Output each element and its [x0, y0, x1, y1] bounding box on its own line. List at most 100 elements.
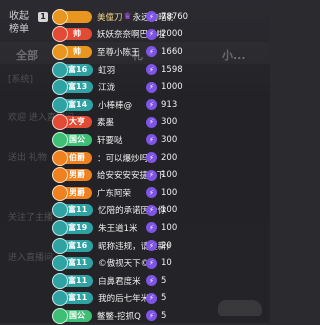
badge-label: 富14 — [68, 99, 88, 109]
lightning-icon: ⚡ — [146, 169, 157, 181]
badge-emblem-icon — [52, 43, 68, 60]
badge-label: 帅 — [73, 46, 81, 56]
badge-emblem-icon — [52, 96, 68, 113]
badge-emblem-icon — [52, 8, 68, 25]
leaderboard-row[interactable]: 富13 江泷 ⚡ 1000 — [38, 78, 234, 96]
leaderboard-row[interactable]: 富11 忆陪的承诺因为你 ⚡ 100 — [38, 202, 234, 220]
score-value: 1660 — [161, 46, 183, 57]
leaderboard-row[interactable]: 富11 我的后七年米 ⚡ 5 — [38, 290, 234, 308]
badge-label: 富11 — [68, 275, 88, 285]
lightning-icon: ⚡ — [146, 292, 157, 304]
score-value: 78760 — [161, 11, 189, 22]
rank-number — [38, 276, 48, 286]
badge-emblem-icon — [52, 79, 68, 96]
score: ⚡ 1598 — [146, 61, 183, 79]
lightning-icon: ⚡ — [146, 204, 157, 216]
rank-number — [38, 258, 48, 268]
user-name[interactable]: 素墨 — [97, 116, 114, 128]
score: ⚡ 200 — [146, 149, 177, 167]
rank-number — [38, 117, 48, 127]
score-value: 100 — [161, 170, 178, 181]
user-name[interactable]: 小棒棒@ — [98, 99, 132, 111]
lightning-icon: ⚡ — [146, 310, 157, 322]
score: ⚡ 78760 — [146, 8, 188, 26]
user-name[interactable]: 至尊小陈王 — [97, 46, 140, 58]
badge-label: 男爵 — [69, 187, 85, 197]
lightning-icon: ⚡ — [146, 134, 157, 146]
user-name[interactable]: 鳖鳖-挖抓Q — [97, 310, 141, 322]
level-badge: 帅 — [52, 26, 92, 43]
score: ⚡ 10 — [146, 254, 172, 272]
leaderboard-row[interactable]: 男爵 广东阿荣 ⚡ 100 — [38, 184, 234, 202]
score: ⚡ 1660 — [146, 43, 183, 61]
user-name[interactable]: 江泷 — [98, 81, 115, 93]
level-badge — [52, 8, 92, 25]
badge-label: 伯爵 — [69, 152, 85, 162]
rank-number — [38, 100, 48, 110]
score: ⚡ 300 — [146, 131, 177, 149]
lightning-icon: ⚡ — [146, 240, 157, 252]
leaderboard-row[interactable]: 富14 小棒棒@ ⚡ 913 — [38, 96, 234, 114]
leaderboard-row[interactable]: 男爵 给安安安安捷一下 ⚡ 100 — [38, 166, 234, 184]
badge-emblem-icon — [52, 307, 68, 324]
leaderboard-list: 1美僮刀♛永远的暗影⚡78760帅妖妖奈奈啊巴啦啦⚡2000帅至尊小陈王⚡166… — [38, 8, 234, 325]
badge-label: 富11 — [68, 293, 88, 303]
level-badge: 富11 — [52, 255, 94, 272]
score: ⚡ 20 — [146, 237, 172, 255]
badge-emblem-icon — [52, 219, 68, 236]
score-value: 2000 — [161, 29, 183, 40]
user-name[interactable]: 虹羽 — [98, 64, 115, 76]
leaderboard-panel: 收起榜单 1美僮刀♛永远的暗影⚡78760帅妖妖奈奈啊巴啦啦⚡2000帅至尊小陈… — [0, 0, 270, 325]
user-name[interactable]: 美僮刀 — [97, 11, 123, 23]
badge-emblem-icon — [52, 237, 68, 254]
score: ⚡ 5 — [146, 290, 166, 308]
user-name[interactable]: 朱王道1米 — [98, 222, 137, 234]
badge-emblem-icon — [52, 61, 68, 78]
level-badge: 富16 — [52, 237, 94, 254]
level-badge: 男爵 — [52, 184, 92, 201]
rank-number — [38, 47, 48, 57]
user-name[interactable]: 轩要哒 — [97, 134, 123, 146]
user-name[interactable]: ：可以爆炒吗 — [97, 152, 148, 164]
lightning-icon: ⚡ — [146, 152, 157, 164]
user-name[interactable]: 广东阿荣 — [97, 187, 131, 199]
leaderboard-row[interactable]: 帅 至尊小陈王 ⚡ 1660 — [38, 43, 234, 61]
badge-emblem-icon — [52, 290, 68, 307]
badge-label: 富11 — [68, 205, 88, 215]
leaderboard-row[interactable]: 帅妖妖奈奈啊巴啦啦 ⚡ 2000 — [38, 26, 234, 44]
user-name[interactable]: ©傲视天下© — [98, 257, 149, 269]
score: ⚡ 100 — [146, 202, 177, 220]
score-value: 5 — [161, 310, 167, 321]
rank-number — [38, 170, 48, 180]
score-value: 200 — [161, 152, 178, 163]
leaderboard-row[interactable]: 富11 白鼻君度米 ⚡ 5 — [38, 272, 234, 290]
collapse-leaderboard-button[interactable]: 收起榜单 — [9, 10, 29, 36]
leaderboard-row[interactable]: 富16昵称违规，请重新修改⚡20 — [38, 237, 234, 255]
leaderboard-row[interactable]: 富11 ©傲视天下© ⚡ 10 — [38, 254, 234, 272]
score: ⚡ 100 — [146, 166, 177, 184]
badge-label: 富19 — [68, 222, 88, 232]
level-badge: 富16 — [52, 61, 94, 78]
badge-label: 富11 — [68, 258, 88, 268]
score-value: 300 — [161, 117, 178, 128]
leaderboard-row[interactable]: 国公 轩要哒 ⚡ 300 — [38, 131, 234, 149]
lightning-icon: ⚡ — [146, 81, 157, 93]
leaderboard-row[interactable]: 国公 鳖鳖-挖抓Q ⚡ 5 — [38, 307, 234, 325]
leaderboard-row[interactable]: 大亨 素墨 ⚡ 300 — [38, 114, 234, 132]
level-badge: 伯爵 — [52, 149, 92, 166]
score: ⚡ 100 — [146, 184, 177, 202]
badge-emblem-icon — [52, 272, 68, 289]
leaderboard-row[interactable]: 伯爵 ：可以爆炒吗 ⚡ 200 — [38, 149, 234, 167]
score-value: 5 — [161, 293, 167, 304]
leaderboard-row[interactable]: 富19 朱王道1米 ⚡ 100 — [38, 219, 234, 237]
score-value: 300 — [161, 134, 178, 145]
leaderboard-row[interactable]: 1美僮刀♛永远的暗影⚡78760 — [38, 8, 234, 26]
lightning-icon: ⚡ — [146, 257, 157, 269]
user-name[interactable]: 白鼻君度米 — [98, 275, 141, 287]
user-name[interactable]: 我的后七年米 — [98, 292, 149, 304]
badge-emblem-icon — [52, 184, 68, 201]
lightning-icon: ⚡ — [146, 275, 157, 287]
level-badge: 富11 — [52, 290, 94, 307]
leaderboard-row[interactable]: 富16 虹羽 ⚡ 1598 — [38, 61, 234, 79]
lightning-icon: ⚡ — [146, 222, 157, 234]
